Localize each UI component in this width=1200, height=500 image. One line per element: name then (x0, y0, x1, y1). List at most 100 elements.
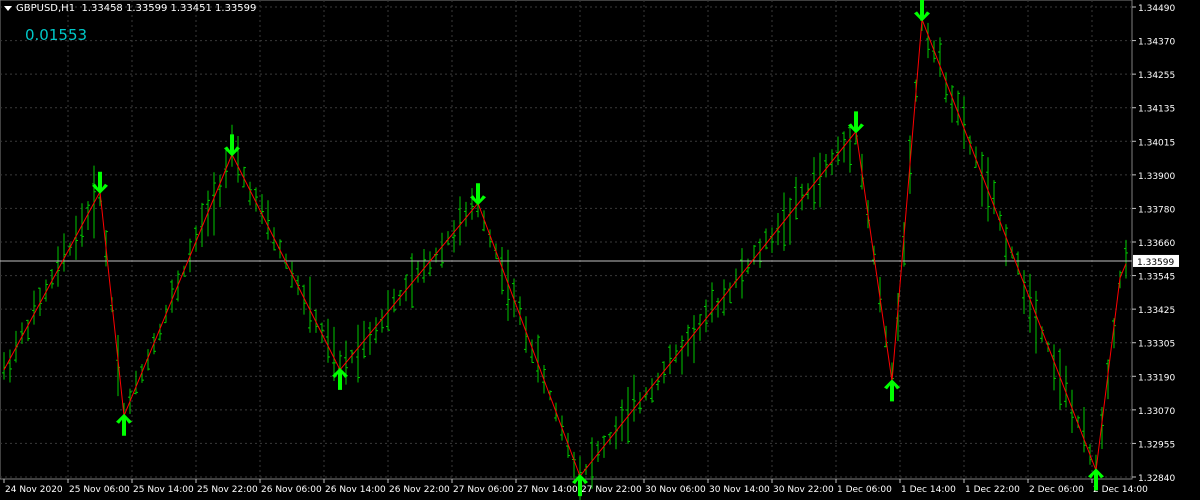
ohlc-bar (242, 166, 246, 188)
x-tick-label: 25 Nov 06:00 (69, 485, 130, 495)
ohlc-bar (506, 249, 510, 321)
ohlc-bar (1064, 365, 1068, 408)
ohlc-bar (1052, 344, 1056, 391)
ohlc-bar (950, 85, 954, 123)
ohlc-bar (1082, 406, 1086, 453)
current-price-label: 1.33599 (1137, 258, 1174, 268)
price-chart[interactable]: 1.34490 1.34370 1.34255 1.34135 1.34015 1.339… (0, 0, 1200, 500)
y-tick-label: 1.33660 (1138, 239, 1175, 249)
y-tick-label: 1.34255 (1138, 71, 1175, 81)
ohlc-bar (236, 135, 240, 183)
ohlc-bar (428, 251, 432, 277)
ohlc-bar (848, 126, 852, 173)
ohlc-bar (470, 188, 474, 220)
ohlc-bar (668, 344, 672, 375)
ohlc-bar (266, 200, 270, 240)
x-tick-label: 27 Nov 06:00 (453, 485, 514, 495)
ohlc-bar (374, 317, 378, 344)
y-tick-label: 1.34015 (1138, 138, 1175, 148)
ohlc-bar (260, 194, 264, 224)
y-tick-label: 1.33900 (1138, 172, 1175, 182)
ohlc-bar (38, 287, 42, 316)
x-tick-label: 27 Nov 14:00 (517, 485, 578, 495)
ohlc-bar (464, 201, 468, 227)
ohlc-bar (620, 399, 624, 442)
ohlc-bar (656, 372, 660, 391)
x-tick-label: 30 Nov 14:00 (709, 485, 770, 495)
buy-arrow-icon (884, 379, 900, 402)
y-tick-label: 1.34135 (1138, 105, 1175, 115)
ohlc-bar (356, 324, 360, 383)
ohlc-bar (716, 297, 720, 318)
ohlc-bar (1124, 239, 1128, 279)
x-tick-label: 26 Nov 14:00 (325, 485, 386, 495)
ohlc-bar (896, 293, 900, 341)
y-tick-label: 1.32840 (1138, 474, 1175, 484)
ohlc-bar (326, 318, 330, 363)
price-bars (2, 9, 1128, 500)
symbol-label: GBPUSD,H1 (16, 3, 76, 14)
ohlc-bar (200, 202, 204, 247)
ohlc-bar (752, 245, 756, 265)
ohlc-label: 1.33458 1.33599 1.33451 1.33599 (81, 3, 257, 14)
ohlc-bar (704, 299, 708, 333)
indicator-value: 0.01553 (25, 26, 88, 44)
arrow-shape (116, 413, 132, 436)
ohlc-bar (710, 282, 714, 323)
ohlc-bar (212, 172, 216, 236)
y-tick-label: 1.33780 (1138, 205, 1175, 215)
dropdown-triangle-icon[interactable] (4, 5, 12, 11)
x-tick-label: 1 Dec 06:00 (837, 485, 892, 495)
y-tick-label: 1.33305 (1138, 340, 1175, 350)
x-tick-label: 25 Nov 14:00 (133, 485, 194, 495)
ohlc-bar (974, 146, 978, 168)
ohlc-bar (512, 278, 516, 318)
ohlc-bar (482, 210, 486, 232)
ohlc-bar (302, 284, 306, 315)
y-tick-label: 1.32955 (1138, 440, 1175, 450)
x-tick-label: 1 Dec 22:00 (965, 485, 1020, 495)
ohlc-bar (728, 282, 732, 304)
ohlc-bar (632, 374, 636, 422)
ohlc-bar (674, 344, 678, 363)
ohlc-bar (584, 463, 588, 475)
ohlc-bar (692, 315, 696, 364)
arrow-shape (914, 0, 930, 22)
ohlc-bar (770, 227, 774, 253)
ohlc-bar (452, 220, 456, 253)
ohlc-bar (824, 153, 828, 178)
ohlc-bar (368, 321, 372, 355)
x-tick-label: 1 Dec 14:00 (901, 485, 956, 495)
ohlc-bar (680, 335, 684, 375)
x-tick-label: 30 Nov 06:00 (645, 485, 706, 495)
zigzag-line (3, 19, 1127, 478)
ohlc-bar (8, 349, 12, 383)
chart-header: GBPUSD,H1 1.33458 1.33599 1.33451 1.3359… (4, 3, 256, 14)
plot-frame (0, 0, 1133, 480)
ohlc-bar (650, 378, 654, 403)
ohlc-bar (458, 196, 462, 246)
ohlc-bar (1004, 224, 1008, 267)
ohlc-bar (818, 152, 822, 208)
x-tick-label: 24 Nov 2020 (5, 485, 63, 495)
ohlc-bar (440, 232, 444, 268)
x-tick-label: 25 Nov 22:00 (197, 485, 258, 495)
ohlc-bar (62, 233, 66, 272)
sell-arrow-icon (914, 0, 930, 22)
ohlc-bar (320, 322, 324, 343)
x-tick-label: 26 Nov 06:00 (261, 485, 322, 495)
x-tick-label: 26 Nov 22:00 (389, 485, 450, 495)
ohlc-bar (308, 276, 312, 333)
y-tick-label: 1.33070 (1138, 407, 1175, 417)
x-tick-label: 2 Dec 14:00 (1093, 485, 1148, 495)
ohlc-bar (1022, 270, 1026, 314)
ohlc-bar (794, 176, 798, 220)
ohlc-bar (32, 290, 36, 325)
ohlc-bar (1034, 290, 1038, 354)
y-tick-label: 1.33545 (1138, 273, 1175, 283)
y-tick-label: 1.34490 (1138, 4, 1175, 14)
ohlc-bar (422, 249, 426, 283)
ohlc-bar (902, 222, 906, 267)
arrow-shape (884, 379, 900, 402)
x-tick-label: 30 Nov 22:00 (773, 485, 834, 495)
